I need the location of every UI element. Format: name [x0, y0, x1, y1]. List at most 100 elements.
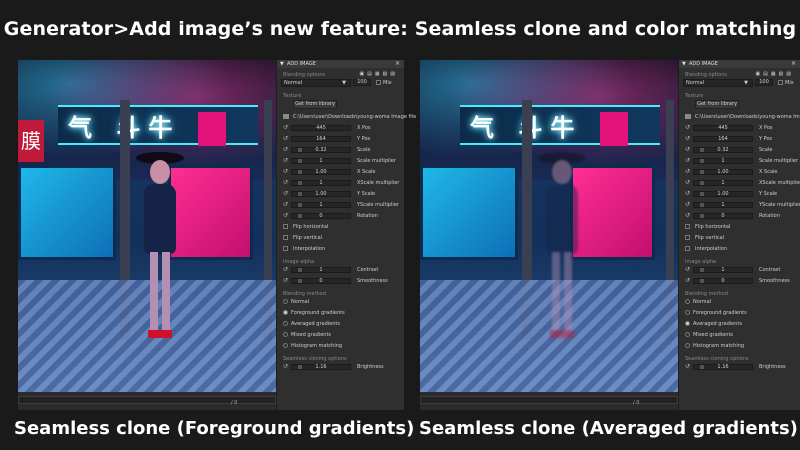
panel-header[interactable]: ▼ ADD IMAGE × [679, 60, 800, 68]
method-option[interactable]: Averaged gradients [679, 319, 800, 330]
blend-mode-select[interactable]: Normal ▼ [281, 79, 351, 87]
radio-button[interactable] [283, 299, 288, 304]
opacity-field[interactable]: 100 [755, 79, 773, 86]
close-icon[interactable]: × [791, 60, 796, 68]
method-option[interactable]: Histogram matching [679, 341, 800, 352]
rotation-slider[interactable]: 0 [291, 213, 351, 219]
flip-h-checkbox[interactable] [685, 224, 690, 229]
reset-icon[interactable]: ↺ [283, 146, 288, 153]
scale-label: Scale [759, 147, 773, 153]
radio-button[interactable] [685, 310, 690, 315]
scroll-count: / 0 [231, 400, 238, 406]
reset-icon[interactable]: ↺ [283, 124, 288, 131]
method-label: Averaged gradients [693, 321, 742, 327]
xscale-mult-slider[interactable]: 1 [693, 180, 753, 186]
reset-icon[interactable]: ↺ [685, 277, 690, 284]
reset-icon[interactable]: ↺ [283, 179, 288, 186]
smoothness-label: Smoothness [357, 278, 388, 284]
method-option[interactable]: Averaged gradients [277, 319, 404, 330]
interpolation-checkbox[interactable] [685, 246, 690, 251]
reset-icon[interactable]: ↺ [685, 363, 690, 370]
method-option[interactable]: Histogram matching [277, 341, 404, 352]
reset-icon[interactable]: ↺ [685, 124, 690, 131]
method-option[interactable]: Mixed gradients [679, 330, 800, 341]
reset-icon[interactable]: ↺ [685, 179, 690, 186]
reset-icon[interactable]: ↺ [685, 201, 690, 208]
reset-icon[interactable]: ↺ [283, 201, 288, 208]
reset-icon[interactable]: ↺ [283, 190, 288, 197]
reset-icon[interactable]: ↺ [685, 190, 690, 197]
opacity-field[interactable]: 100 [353, 79, 371, 86]
method-option[interactable]: Foreground gradients [277, 308, 404, 319]
ypos-slider[interactable]: 164 [291, 136, 351, 142]
radio-button[interactable] [685, 299, 690, 304]
collapse-triangle-icon[interactable]: ▼ [280, 60, 284, 68]
scale-mult-slider[interactable]: 1 [291, 158, 351, 164]
reset-icon[interactable]: ↺ [685, 157, 690, 164]
radio-button-selected[interactable] [685, 321, 690, 326]
get-from-library-button[interactable]: Get from library [695, 100, 739, 109]
smoothness-row: ↺ 0 Smoothness [679, 276, 800, 287]
scale-mult-label: Scale multiplier [357, 158, 396, 164]
reset-icon[interactable]: ↺ [283, 135, 288, 142]
mix-checkbox[interactable] [778, 80, 783, 85]
interpolation-checkbox[interactable] [283, 246, 288, 251]
radio-button-selected[interactable] [283, 310, 288, 315]
brightness-slider[interactable]: 1.16 [291, 364, 351, 370]
blend-mode-select[interactable]: Normal ▼ [683, 79, 753, 87]
radio-button[interactable] [283, 321, 288, 326]
close-icon[interactable]: × [395, 60, 400, 68]
xpos-slider[interactable]: 445 [291, 125, 351, 131]
scale-slider[interactable]: 0.32 [291, 147, 351, 153]
reset-icon[interactable]: ↺ [685, 212, 690, 219]
smoothness-slider[interactable]: 0 [693, 278, 753, 284]
collapse-triangle-icon[interactable]: ▼ [682, 60, 686, 68]
reset-icon[interactable]: ↺ [685, 135, 690, 142]
toolbar-icons[interactable]: ▣▤▦▧▨ [755, 71, 794, 77]
reset-icon[interactable]: ↺ [283, 363, 288, 370]
get-from-library-button[interactable]: Get from library [293, 100, 337, 109]
scale-mult-slider[interactable]: 1 [693, 158, 753, 164]
reset-icon[interactable]: ↺ [283, 266, 288, 273]
smoothness-slider[interactable]: 0 [291, 278, 351, 284]
yscale-mult-row: ↺ 1 YScale multiplier [277, 200, 404, 211]
xscale-slider[interactable]: 1.00 [693, 169, 753, 175]
reset-icon[interactable]: ↺ [685, 266, 690, 273]
method-option[interactable]: Mixed gradients [277, 330, 404, 341]
panel-header[interactable]: ▼ ADD IMAGE × [277, 60, 404, 68]
flip-v-checkbox[interactable] [685, 235, 690, 240]
method-option[interactable]: Normal [277, 297, 404, 308]
radio-button[interactable] [283, 332, 288, 337]
reset-icon[interactable]: ↺ [283, 168, 288, 175]
xscale-slider[interactable]: 1.00 [291, 169, 351, 175]
xpos-slider[interactable]: 445 [693, 125, 753, 131]
canvas-image[interactable]: 气 斗牛 膜 [18, 60, 276, 392]
yscale-mult-slider[interactable]: 1 [291, 202, 351, 208]
xscale-mult-slider[interactable]: 1 [291, 180, 351, 186]
contrast-slider[interactable]: 1 [291, 267, 351, 273]
contrast-slider[interactable]: 1 [693, 267, 753, 273]
flip-v-checkbox[interactable] [283, 235, 288, 240]
reset-icon[interactable]: ↺ [283, 277, 288, 284]
radio-button[interactable] [283, 343, 288, 348]
yscale-row: ↺ 1.00 Y Scale [679, 189, 800, 200]
scale-slider[interactable]: 0.32 [693, 147, 753, 153]
reset-icon[interactable]: ↺ [685, 146, 690, 153]
mix-checkbox[interactable] [376, 80, 381, 85]
flip-h-checkbox[interactable] [283, 224, 288, 229]
canvas-image[interactable]: 气 斗牛 [420, 60, 678, 392]
method-option[interactable]: Normal [679, 297, 800, 308]
yscale-slider[interactable]: 1.00 [291, 191, 351, 197]
radio-button[interactable] [685, 343, 690, 348]
brightness-slider[interactable]: 1.16 [693, 364, 753, 370]
reset-icon[interactable]: ↺ [685, 168, 690, 175]
reset-icon[interactable]: ↺ [283, 212, 288, 219]
ypos-slider[interactable]: 164 [693, 136, 753, 142]
yscale-mult-slider[interactable]: 1 [693, 202, 753, 208]
reset-icon[interactable]: ↺ [283, 157, 288, 164]
toolbar-icons[interactable]: ▣▤▦▧▨ [359, 71, 398, 77]
rotation-slider[interactable]: 0 [693, 213, 753, 219]
method-option[interactable]: Foreground gradients [679, 308, 800, 319]
radio-button[interactable] [685, 332, 690, 337]
yscale-slider[interactable]: 1.00 [693, 191, 753, 197]
